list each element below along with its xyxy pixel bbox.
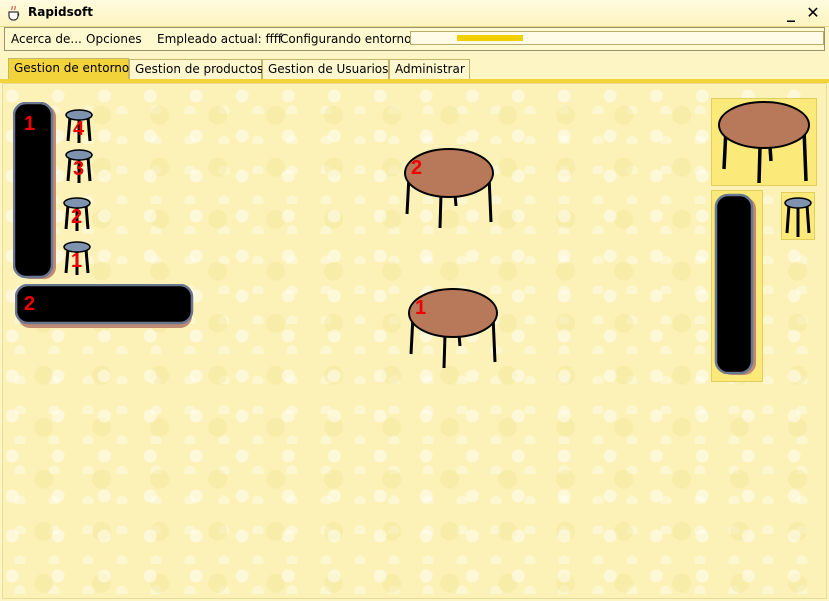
title-bar: Rapidsoft _ ✕ [0, 0, 829, 27]
bar-counter-icon [714, 193, 756, 375]
stool-icon [784, 197, 812, 237]
stool-1[interactable]: 1 [61, 240, 93, 276]
palette-round-table[interactable] [711, 98, 817, 186]
stool-number: 1 [71, 250, 83, 272]
minimize-button[interactable]: _ [782, 4, 800, 22]
stool-number: 4 [73, 118, 85, 140]
round-table-2[interactable]: 2 [401, 146, 497, 232]
progress-bar [410, 31, 824, 45]
current-employee-label: Empleado actual: ffff [157, 32, 283, 46]
tab-bar: Gestion de entorno Gestion de productos … [0, 58, 829, 80]
menu-opciones[interactable]: Opciones [86, 32, 142, 46]
round-table-icon [718, 101, 810, 184]
close-button[interactable]: ✕ [804, 4, 822, 22]
menu-bar: Acerca de... Opciones Empleado actual: f… [4, 27, 825, 51]
table-number: 2 [411, 157, 423, 179]
tab-gestion-de-productos[interactable]: Gestion de productos [129, 59, 263, 79]
floor-plan-canvas[interactable]: 1 2 4 3 2 1 2 1 [2, 83, 827, 599]
bar-counter-2[interactable]: 2 [15, 284, 195, 330]
tab-administrar[interactable]: Administrar [389, 59, 470, 79]
menu-acerca-de[interactable]: Acerca de... [11, 32, 82, 46]
progress-indicator [457, 35, 523, 41]
tab-gestion-de-entorno[interactable]: Gestion de entorno [8, 58, 129, 80]
java-cup-icon [8, 5, 20, 21]
window-title: Rapidsoft [28, 5, 93, 19]
bar-number: 1 [24, 113, 36, 135]
stool-number: 3 [73, 158, 85, 180]
tab-gestion-de-usuarios[interactable]: Gestion de Usuarios [262, 59, 389, 79]
palette-bar-counter[interactable] [711, 190, 763, 382]
stool-4[interactable]: 4 [63, 108, 95, 144]
bar-counter-1[interactable]: 1 [13, 102, 59, 282]
palette-stool[interactable] [781, 192, 815, 240]
table-number: 1 [415, 297, 427, 319]
stool-3[interactable]: 3 [63, 148, 95, 184]
stool-number: 2 [71, 206, 83, 228]
round-table-1[interactable]: 1 [405, 286, 501, 372]
bar-number: 2 [24, 293, 36, 315]
status-label: Configurando entorno... [280, 32, 423, 46]
stool-2[interactable]: 2 [61, 196, 93, 232]
